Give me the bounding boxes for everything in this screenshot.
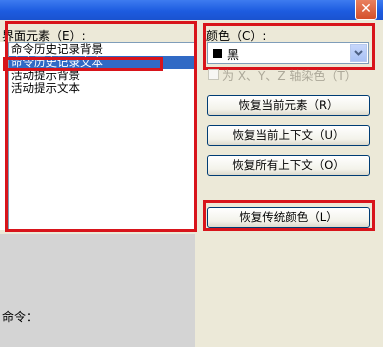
close-button[interactable]: ✕ — [355, 0, 377, 20]
close-icon: ✕ — [360, 1, 372, 17]
dropdown-button[interactable] — [350, 44, 367, 62]
restore-current-context-button[interactable]: 恢复当前上下文（U） — [207, 125, 370, 146]
preview-area: 命令： — [0, 234, 195, 347]
tint-axes-checkbox[interactable] — [208, 69, 219, 80]
tint-axes-label: 为 X、Y、Z 轴染色（T） — [222, 69, 357, 83]
color-swatch — [213, 49, 222, 58]
left-strip — [0, 42, 8, 230]
interface-elements-list[interactable]: 命令历史记录背景 命令历史记录文本 活动提示背景 活动提示文本 — [8, 42, 195, 230]
title-bar: ✕ — [0, 0, 383, 20]
chevron-down-icon — [354, 50, 363, 56]
restore-classic-colors-button[interactable]: 恢复传统颜色（L） — [207, 207, 370, 228]
color-value: 黑 — [227, 48, 240, 62]
restore-current-element-button[interactable]: 恢复当前元素（R） — [207, 95, 370, 116]
restore-all-contexts-button[interactable]: 恢复所有上下文（O） — [207, 155, 370, 176]
color-select[interactable]: 黑 — [207, 42, 369, 64]
list-item[interactable]: 活动提示文本 — [9, 82, 194, 95]
preview-command-text: 命令： — [2, 310, 39, 324]
